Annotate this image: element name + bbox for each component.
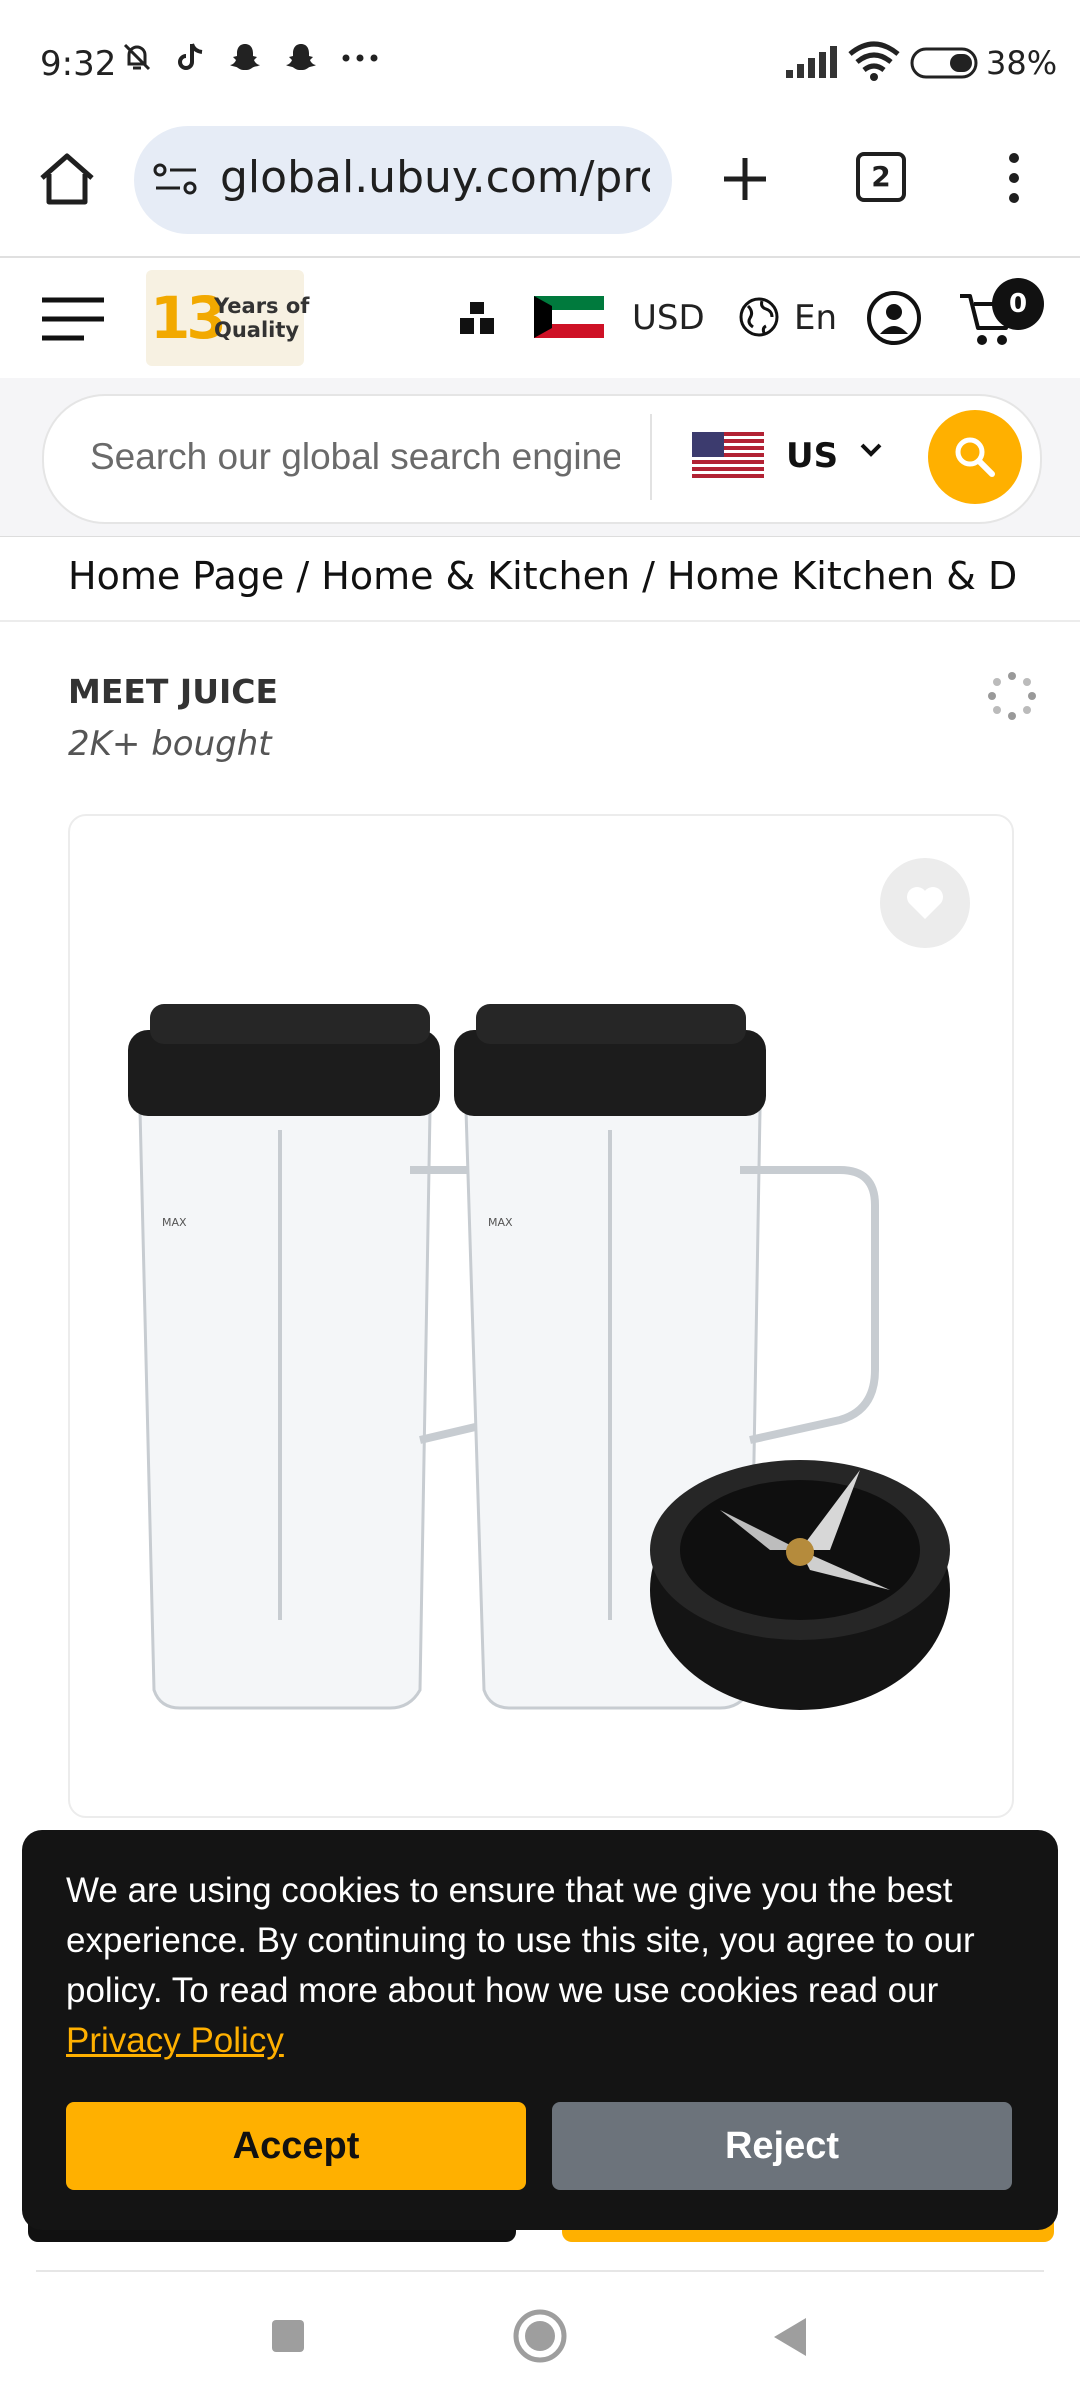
user-icon[interactable] [866,290,922,346]
home-nav-icon[interactable] [512,2308,568,2364]
breadcrumb-divider [0,620,1080,622]
accept-button[interactable]: Accept [66,2102,526,2190]
language-selector[interactable]: En [794,298,837,338]
logo-tagline: Years of Quality [214,294,309,342]
snapchat-icon [286,44,316,70]
search-input[interactable] [90,436,620,478]
battery-percent: 38% [986,44,1058,82]
product-brand[interactable]: MEET JUICE [68,672,278,711]
muted-bell-icon [123,43,151,71]
logo-line1: Years of [214,294,310,318]
battery-icon [910,47,978,79]
search-divider [650,414,652,500]
breadcrumb[interactable]: Home Page / Home & Kitchen / Home Kitche… [68,554,1018,598]
share-icon[interactable] [984,668,1040,724]
currency-selector[interactable]: USD [632,298,705,338]
url-text[interactable]: global.ubuy.com/products/ [220,152,650,203]
signal-icon [786,46,837,78]
tab-count: 2 [871,160,891,193]
status-time: 9:32 [40,44,117,84]
site-settings-icon[interactable] [152,160,200,200]
cookie-text: We are using cookies to ensure that we g… [66,1871,975,2010]
home-icon[interactable] [36,150,98,208]
cup-max-label: MAX [488,1216,513,1229]
globe-icon[interactable] [738,296,780,338]
snapchat-icon [230,44,260,70]
tiktok-icon [178,43,203,70]
reject-button[interactable]: Reject [552,2102,1012,2190]
more-vert-icon[interactable] [1000,150,1028,206]
privacy-policy-link[interactable]: Privacy Policy [66,2021,284,2060]
bought-count: 2K+ bought [68,724,272,764]
search-button[interactable] [928,410,1022,504]
product-image: MAX MAX [128,1004,950,1710]
new-tab-icon[interactable] [718,152,772,206]
wishlist-button[interactable] [880,858,970,948]
heart-icon [907,887,943,919]
wifi-icon [848,41,900,81]
back-icon[interactable] [770,2316,810,2358]
store-icon[interactable] [456,298,500,338]
cart-count-badge: 0 [992,278,1044,330]
search-icon [955,437,995,477]
recents-icon[interactable] [268,2316,308,2356]
logo-line2: Quality [214,318,300,342]
status-notification-icons [120,40,380,74]
more-dots-icon [342,54,378,62]
cookie-message: We are using cookies to ensure that we g… [66,1866,1026,2066]
us-flag-icon[interactable] [692,432,764,480]
tabs-icon[interactable]: 2 [856,152,906,202]
menu-icon[interactable] [40,296,106,342]
kuwait-flag-icon[interactable] [534,296,604,338]
logo-number: 13 [150,284,227,352]
country-selector[interactable]: US [786,436,838,476]
chevron-down-icon[interactable] [860,442,882,458]
cup-max-label: MAX [162,1216,187,1229]
footer-divider [36,2270,1044,2272]
